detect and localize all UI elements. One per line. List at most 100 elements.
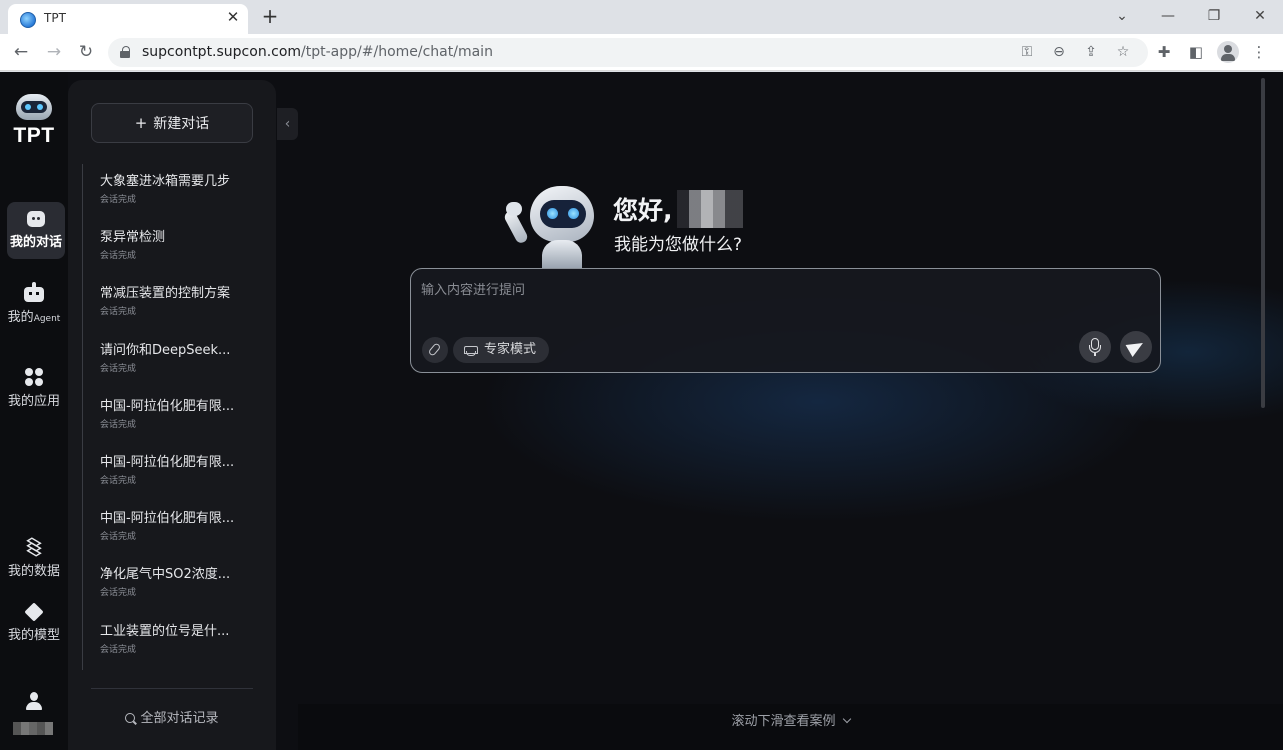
- history-item-title: 工业装置的位号是什...: [100, 623, 230, 639]
- nav-my-data[interactable]: 我的数据: [0, 537, 68, 579]
- tab-close-icon[interactable]: ✕: [224, 8, 242, 26]
- history-item[interactable]: 常减压装置的控制方案 会话完成: [83, 276, 268, 332]
- mascot-hand: [506, 202, 522, 216]
- nav-my-chats-label: 我的对话: [9, 235, 62, 250]
- history-item-status: 会话完成: [100, 532, 137, 543]
- address-bar[interactable]: supcontpt.supcon.com/tpt-app/#/home/chat…: [108, 38, 1148, 67]
- cube-icon: [24, 602, 44, 622]
- new-tab-button[interactable]: +: [258, 4, 282, 28]
- history-item-title: 中国-阿拉伯化肥有限...: [100, 454, 235, 470]
- apps-grid-icon: [25, 368, 43, 386]
- history-item-title: 常减压装置的控制方案: [100, 286, 231, 302]
- logo-text: TPT: [13, 124, 55, 147]
- share-icon[interactable]: ⇪: [1080, 41, 1102, 63]
- browser-tab[interactable]: TPT ✕: [8, 4, 248, 34]
- robot-icon: [24, 282, 44, 302]
- zoom-icon[interactable]: ⊖: [1048, 41, 1070, 63]
- history-item-title: 请问你和DeepSeek...: [100, 342, 231, 358]
- nav-my-agent[interactable]: 我的Agent: [0, 282, 68, 325]
- tpt-app: TPT 我的对话 我的Agent 我的应用 我的数据 我的模型 + 新建对话 大…: [0, 72, 1283, 750]
- history-item-status: 会话完成: [100, 588, 137, 599]
- minimize-window-icon[interactable]: —: [1154, 4, 1182, 28]
- lock-icon[interactable]: [120, 46, 130, 58]
- nav-my-models-label: 我的模型: [7, 628, 60, 643]
- history-item-status: 会话完成: [100, 307, 137, 318]
- key-icon[interactable]: ⚿: [1016, 41, 1038, 63]
- nav-my-apps[interactable]: 我的应用: [0, 368, 68, 409]
- nav-rail: TPT 我的对话 我的Agent 我的应用 我的数据 我的模型: [0, 72, 68, 750]
- chat-bubble-icon: [27, 211, 45, 227]
- tab-search-chevron-icon[interactable]: ⌄: [1108, 4, 1136, 28]
- history-item-title: 泵异常检测: [100, 230, 166, 246]
- browser-menu-icon[interactable]: ⋮: [1247, 40, 1271, 64]
- history-item-title: 中国-阿拉伯化肥有限...: [100, 511, 235, 527]
- history-item[interactable]: 泵异常检测 会话完成: [83, 220, 268, 276]
- side-panel-icon[interactable]: ◧: [1184, 40, 1208, 64]
- nav-my-agent-label: 我的Agent: [7, 310, 61, 325]
- history-item[interactable]: 净化尾气中SO2浓度... 会话完成: [83, 557, 268, 613]
- history-item-status: 会话完成: [100, 475, 137, 486]
- user-icon: [26, 692, 42, 712]
- nav-my-chats[interactable]: 我的对话: [7, 202, 65, 259]
- layers-icon: [25, 537, 43, 557]
- history-item[interactable]: 大象塞进冰箱需要几步 会话完成: [83, 164, 268, 220]
- extensions-puzzle-icon[interactable]: ✚: [1152, 40, 1176, 64]
- tpt-logo[interactable]: TPT: [8, 94, 60, 148]
- history-item[interactable]: 中国-阿拉伯化肥有限... 会话完成: [83, 445, 268, 501]
- history-item[interactable]: 中国-阿拉伯化肥有限... 会话完成: [83, 389, 268, 445]
- browser-toolbar: ← → ↻ supcontpt.supcon.com/tpt-app/#/hom…: [0, 34, 1283, 71]
- url-text[interactable]: supcontpt.supcon.com/tpt-app/#/home/chat…: [142, 44, 493, 60]
- greeting-subtitle: 我能为您做什么?: [614, 235, 743, 255]
- send-button[interactable]: [1120, 331, 1152, 363]
- forward-arrow-icon[interactable]: →: [42, 40, 66, 64]
- tpt-favicon-icon: [20, 12, 36, 28]
- history-item-title: 中国-阿拉伯化肥有限...: [100, 398, 235, 414]
- microphone-stem: [1094, 353, 1096, 356]
- send-arrow-icon: [1125, 336, 1147, 358]
- paperclip-icon: [427, 342, 442, 357]
- browser-tabbar: TPT ✕ + ⌄ — ❐ ✕: [0, 0, 1283, 34]
- plus-icon: +: [134, 114, 148, 132]
- history-item-status: 会话完成: [100, 644, 137, 655]
- history-item-status: 会话完成: [100, 419, 137, 430]
- close-window-icon[interactable]: ✕: [1246, 4, 1274, 28]
- history-item[interactable]: 工业装置的位号是什... 会话完成: [83, 614, 268, 670]
- nav-user[interactable]: [0, 692, 68, 716]
- history-item[interactable]: 中国-阿拉伯化肥有限... 会话完成: [83, 501, 268, 557]
- chevron-left-icon: ‹: [284, 116, 291, 132]
- history-divider: [91, 688, 253, 689]
- expert-mode-label: 专家模式: [484, 342, 537, 357]
- blurred-user-name: [13, 722, 53, 735]
- restore-window-icon[interactable]: ❐: [1200, 4, 1228, 28]
- history-item-status: 会话完成: [100, 363, 137, 374]
- chat-history-panel: + 新建对话 大象塞进冰箱需要几步 会话完成 泵异常检测 会话完成 常减压装置的控…: [68, 80, 276, 750]
- history-item-title: 净化尾气中SO2浓度...: [100, 567, 231, 583]
- greeting-title: 您好,: [613, 190, 743, 228]
- microphone-base: [1089, 345, 1101, 353]
- robot-visor-icon: [21, 101, 47, 113]
- voice-input-button[interactable]: [1079, 331, 1111, 363]
- scroll-hint-label: 滚动下滑查看案例: [731, 714, 836, 729]
- chevron-down-icon: [842, 714, 851, 724]
- scroll-hint[interactable]: 滚动下滑查看案例: [298, 704, 1283, 750]
- history-item[interactable]: 请问你和DeepSeek... 会话完成: [83, 333, 268, 389]
- back-arrow-icon[interactable]: ←: [9, 40, 33, 64]
- scrollbar[interactable]: [1261, 78, 1265, 408]
- nav-my-models[interactable]: 我的模型: [0, 602, 68, 643]
- robot-mascot: [502, 182, 602, 268]
- prompt-input[interactable]: [421, 279, 1141, 319]
- profile-avatar-icon[interactable]: [1217, 41, 1239, 63]
- reload-icon[interactable]: ↻: [74, 40, 98, 64]
- new-chat-button[interactable]: + 新建对话: [91, 103, 253, 143]
- bookmark-star-icon[interactable]: ☆: [1112, 41, 1134, 63]
- collapse-panel-button[interactable]: ‹: [277, 108, 298, 140]
- mascot-visor: [540, 200, 586, 228]
- all-history-link[interactable]: 全部对话记录: [68, 707, 276, 726]
- nav-my-apps-label: 我的应用: [7, 394, 60, 409]
- mascot-body: [542, 240, 582, 268]
- blurred-username: [676, 190, 743, 228]
- all-history-label: 全部对话记录: [140, 711, 219, 726]
- nav-my-data-label: 我的数据: [7, 564, 60, 579]
- expert-mode-button[interactable]: 专家模式: [453, 337, 549, 363]
- attach-button[interactable]: [422, 337, 448, 363]
